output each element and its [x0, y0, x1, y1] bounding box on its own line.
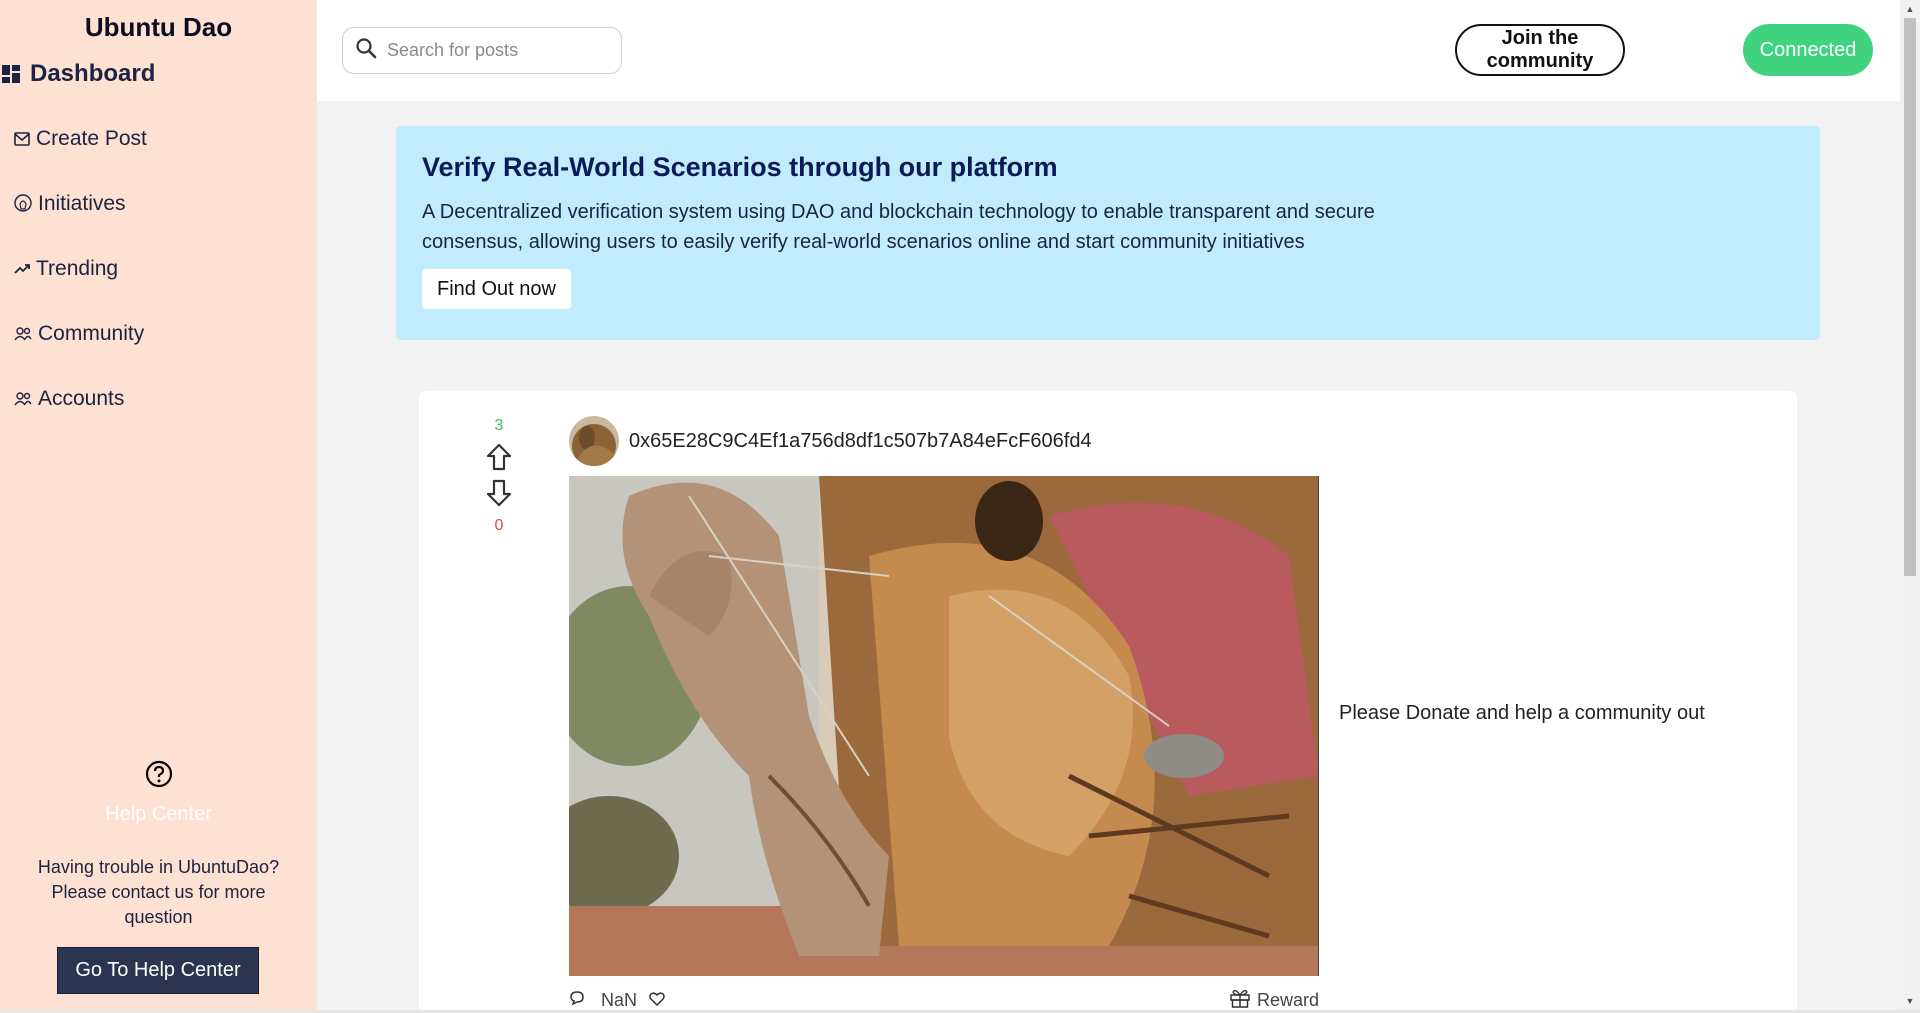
sidebar-item-label: Dashboard: [30, 60, 156, 87]
post-card: 3 0 0x65E28C9C4Ef1a756d8df1c507b7A84eFcF…: [419, 391, 1797, 1013]
scroll-up-arrow-icon[interactable]: ▲: [1904, 3, 1916, 15]
comment-count: NaN: [601, 990, 638, 1010]
sidebar-item-create-post[interactable]: Create Post: [14, 127, 147, 151]
upvote-arrow-icon[interactable]: [479, 443, 519, 471]
connected-wallet-button[interactable]: Connected: [1743, 24, 1873, 76]
go-to-help-center-button[interactable]: Go To Help Center: [57, 947, 259, 994]
help-center-text: Having trouble in UbuntuDao? Please cont…: [37, 857, 280, 927]
post-text: Please Donate and help a community out: [1339, 702, 1705, 724]
author-address: 0x65E28C9C4Ef1a756d8df1c507b7A84eFcF606f…: [629, 429, 1092, 452]
post-author[interactable]: 0x65E28C9C4Ef1a756d8df1c507b7A84eFcF606f…: [569, 416, 1092, 466]
sidebar-item-accounts[interactable]: Accounts: [14, 387, 124, 411]
dashboard-icon: [2, 65, 20, 83]
trending-icon: [14, 263, 30, 275]
scroll-thumb[interactable]: [1904, 18, 1916, 576]
find-out-now-button[interactable]: Find Out now: [422, 269, 571, 309]
sidebar-item-label: Create Post: [36, 127, 147, 150]
sidebar-item-label: Initiatives: [38, 192, 126, 215]
hero-banner: Verify Real-World Scenarios through our …: [396, 126, 1820, 340]
search-box[interactable]: [342, 27, 622, 74]
sidebar-item-initiatives[interactable]: Initiatives: [14, 192, 126, 216]
comment-icon[interactable]: [569, 990, 585, 1011]
brand-title: Ubuntu Dao: [84, 12, 233, 42]
search-icon: [355, 37, 377, 64]
help-circle-icon[interactable]: [0, 760, 317, 788]
users-icon: [14, 327, 32, 341]
join-community-button[interactable]: Join the community: [1455, 24, 1625, 76]
sidebar-item-label: Accounts: [38, 387, 125, 410]
banner-title: Verify Real-World Scenarios through our …: [422, 152, 1058, 182]
search-input[interactable]: [387, 40, 587, 61]
post-image: [569, 476, 1319, 976]
reward-label: Reward: [1256, 990, 1319, 1010]
sidebar-item-dashboard[interactable]: Dashboard: [2, 60, 155, 88]
downvote-arrow-icon[interactable]: [479, 479, 519, 507]
upvote-count: 3: [494, 417, 504, 434]
avatar: [569, 416, 619, 466]
banner-description: A Decentralized verification system usin…: [422, 201, 1375, 253]
scroll-down-arrow-icon[interactable]: ▼: [1904, 995, 1916, 1007]
sidebar-item-label: Community: [38, 322, 145, 345]
sidebar-item-community[interactable]: Community: [14, 322, 144, 346]
help-center-title: Help Center: [105, 803, 212, 825]
mail-icon: [14, 132, 30, 146]
bulb-icon: [14, 194, 32, 214]
sidebar-item-trending[interactable]: Trending: [14, 257, 118, 281]
downvote-count: 0: [494, 517, 504, 534]
sidebar-item-label: Trending: [36, 257, 119, 280]
sidebar: Ubuntu Dao Dashboard Create Post Initiat…: [0, 0, 317, 1013]
heart-icon[interactable]: [649, 990, 665, 1011]
top-header: Join the community Connected: [317, 0, 1900, 101]
users-icon: [14, 392, 32, 406]
vote-column: 3 0: [479, 417, 519, 535]
page-scrollbar[interactable]: ▲ ▼: [1900, 0, 1920, 1013]
